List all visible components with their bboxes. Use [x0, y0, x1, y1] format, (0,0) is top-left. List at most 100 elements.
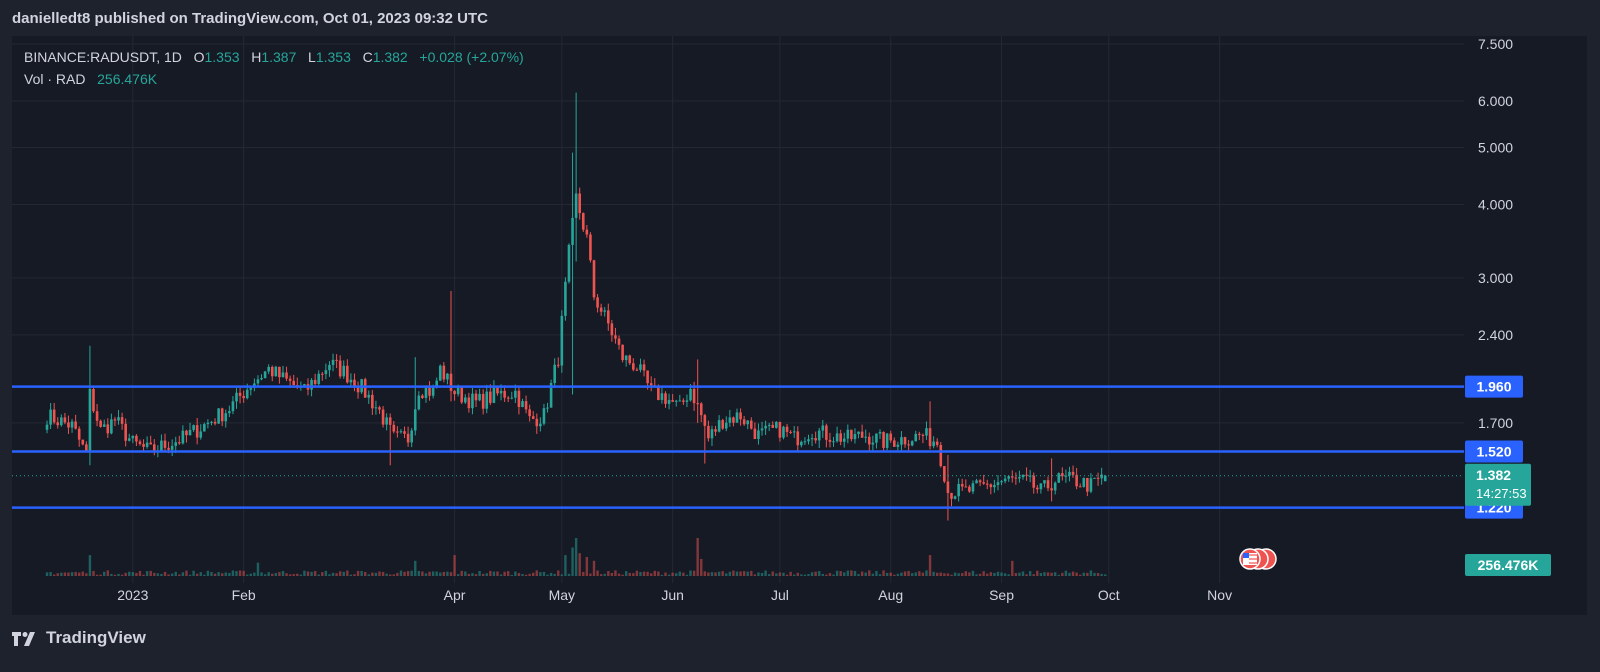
volume-bar	[553, 573, 556, 576]
volume-legend-row: Vol · RAD 256.476K	[24, 68, 524, 90]
volume-bar	[474, 574, 478, 576]
candle-body	[399, 431, 403, 433]
y-tick-label: 4.000	[1478, 196, 1513, 212]
volume-bar	[843, 572, 846, 576]
candle-body	[1003, 478, 1007, 482]
volume-bar	[825, 574, 828, 576]
candle-body	[657, 385, 660, 400]
volume-bar	[1036, 570, 1039, 576]
candle-body	[1018, 477, 1021, 479]
candle-body	[757, 430, 760, 440]
volume-bar	[782, 572, 785, 576]
candle-body	[596, 297, 599, 308]
volume-bar	[1064, 570, 1068, 576]
volume-bar	[542, 571, 546, 576]
volume-bar	[299, 574, 303, 576]
volume-bar	[274, 573, 278, 576]
volume-label[interactable]: Vol · RAD	[24, 71, 85, 87]
volume-bar	[1096, 573, 1100, 576]
candle-body	[185, 430, 188, 436]
candle-body	[206, 422, 210, 425]
volume-bar	[778, 572, 782, 576]
volume-bar	[1100, 573, 1103, 576]
candle-body	[145, 442, 149, 447]
open-label: O	[193, 49, 205, 65]
volume-bar	[1104, 574, 1107, 576]
candle-body	[449, 373, 453, 391]
volume-bar	[228, 572, 231, 576]
candle-body	[131, 435, 135, 439]
volume-bar	[660, 574, 664, 576]
volume-bar	[221, 573, 224, 576]
y-tick-label: 5.000	[1478, 140, 1513, 156]
candle-body	[592, 260, 596, 298]
candle-body	[471, 393, 474, 409]
volume-bar	[986, 573, 989, 576]
candle-body	[689, 388, 692, 401]
volume-bar	[832, 574, 835, 576]
candle-body	[632, 363, 635, 370]
volume-bar	[539, 572, 542, 576]
candle-body	[750, 420, 753, 429]
candle-body	[771, 424, 775, 428]
candle-body	[893, 440, 896, 447]
volume-bar	[281, 571, 285, 576]
volume-bar	[664, 572, 667, 576]
open-value: 1.353	[204, 49, 240, 65]
candle-body	[732, 417, 735, 423]
low-label: L	[308, 49, 316, 65]
countdown-label: 14:27:53	[1476, 486, 1527, 501]
candle-body	[281, 372, 285, 378]
candle-body	[267, 366, 270, 372]
volume-bar	[364, 572, 367, 576]
price-chart[interactable]: 1.9601.5201.2201.38214:27:53256.476K7.50…	[0, 0, 1600, 672]
candle-body	[642, 364, 646, 371]
candle-body	[410, 430, 413, 443]
candle-body	[617, 338, 621, 345]
candles	[45, 92, 1107, 521]
volume-bar	[739, 571, 742, 576]
volume-bar	[957, 573, 960, 576]
volume-bar	[431, 571, 435, 576]
volume-bar	[921, 572, 925, 576]
volume-bar	[231, 570, 235, 576]
volume-bar	[603, 573, 606, 576]
candle-body	[939, 444, 943, 467]
x-tick-label: Apr	[444, 587, 466, 603]
candle-body	[1086, 478, 1089, 492]
volume-bar	[67, 572, 70, 576]
symbol-label[interactable]: BINANCE:RADUSDT, 1D	[24, 49, 182, 65]
volume-bar	[103, 571, 106, 576]
volume-bar	[903, 571, 907, 576]
change-value: +0.028 (+2.07%)	[419, 49, 524, 65]
volume-bar	[110, 573, 113, 576]
candle-body	[907, 444, 910, 446]
volume-bar	[968, 572, 971, 576]
volume-bar	[725, 573, 728, 576]
close-label: C	[362, 49, 373, 65]
candle-body	[560, 315, 564, 366]
volume-bar	[1071, 571, 1075, 576]
volume-bar	[857, 573, 860, 576]
volume-bar	[63, 572, 67, 576]
volume-bar	[803, 574, 807, 576]
tradingview-footer[interactable]: TradingView	[12, 624, 146, 652]
candle-body	[982, 482, 985, 484]
volume-bar	[585, 557, 589, 576]
candle-body	[499, 390, 503, 394]
candle-body	[932, 441, 935, 447]
volume-bar	[996, 571, 1000, 576]
volume-bar	[167, 574, 170, 576]
candle-body	[217, 408, 220, 424]
volume-bar	[85, 573, 88, 576]
candle-body	[1089, 478, 1093, 492]
volume-bar	[914, 572, 917, 576]
candle-body	[1071, 471, 1075, 475]
candle-body	[574, 193, 578, 218]
volume-bar	[882, 570, 885, 576]
volume-bar	[1028, 571, 1032, 576]
candle-body	[492, 387, 496, 403]
candle-body	[521, 401, 524, 408]
volume-bar	[714, 572, 717, 576]
candle-body	[860, 431, 864, 438]
